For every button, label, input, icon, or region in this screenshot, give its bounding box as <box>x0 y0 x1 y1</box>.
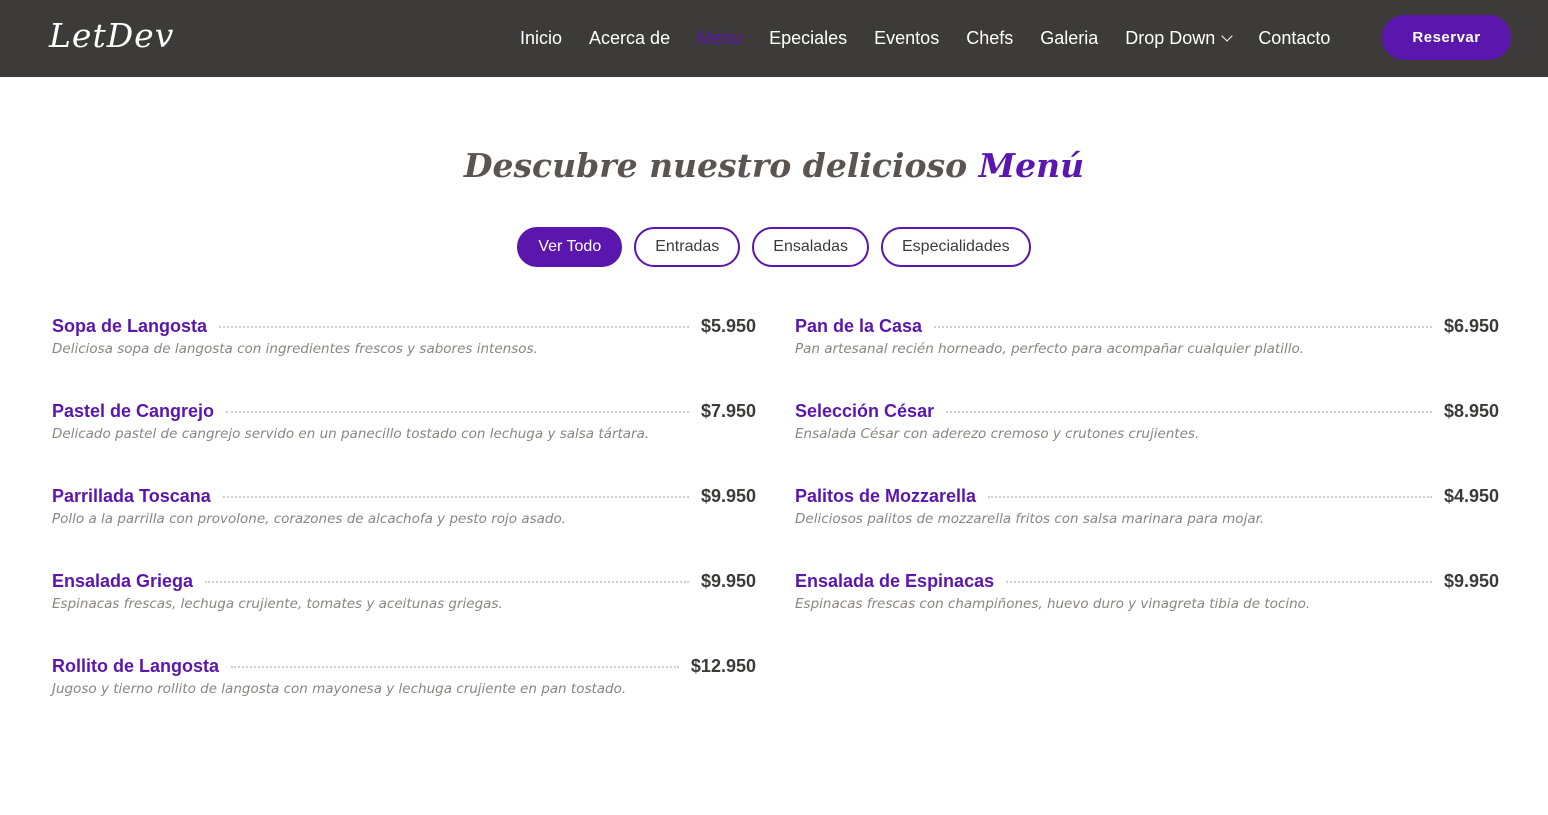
menu-item-description: Pollo a la parrilla con provolone, coraz… <box>52 511 567 527</box>
menu-item-price: $9.950 <box>700 485 756 506</box>
menu-item-price: $5.950 <box>700 315 756 336</box>
menu-item-header: Rollito de Langosta $12.950 <box>52 653 756 679</box>
nav-item-label: Menu <box>697 28 743 48</box>
menu-item-header: Pan de la Casa $6.950 <box>795 313 1499 339</box>
menu-item: Palitos de Mozzarella $4.950 Deliciosos … <box>795 483 1499 568</box>
nav-item-chefs[interactable]: Chefs <box>966 28 1013 49</box>
dotted-leader <box>222 496 689 498</box>
menu-item-price: $4.950 <box>1443 485 1499 506</box>
menu-item-name: Palitos de Mozzarella <box>795 485 977 506</box>
menu-item-price: $7.950 <box>700 400 756 421</box>
page-title-main: Descubre nuestro delicioso <box>463 146 979 185</box>
menu-item-header: Ensalada de Espinacas $9.950 <box>795 568 1499 594</box>
menu-item: Sopa de Langosta $5.950 Deliciosa sopa d… <box>52 313 756 398</box>
menu-item-name: Rollito de Langosta <box>52 655 220 676</box>
menu-item-header: Selección César $8.950 <box>795 398 1499 424</box>
dotted-leader <box>946 411 1432 413</box>
dotted-leader <box>205 581 689 583</box>
menu-item-header: Parrillada Toscana $9.950 <box>52 483 756 509</box>
menu-item: Rollito de Langosta $12.950 Jugoso y tie… <box>52 653 756 738</box>
menu-item: Ensalada Griega $9.950 Espinacas frescas… <box>52 568 756 653</box>
nav-item-label: Eventos <box>874 28 940 48</box>
filter-ensaladas[interactable]: Ensaladas <box>752 227 869 267</box>
menu-item-name: Selección César <box>795 400 935 421</box>
navbar: LetDev Inicio Acerca de Menu Epeciales E… <box>0 0 1548 77</box>
nav-item-label: Inicio <box>520 28 563 48</box>
nav-item-drop-down[interactable]: Drop Down <box>1125 28 1233 49</box>
reservar-button[interactable]: Reservar <box>1382 15 1511 60</box>
nav-item-label: Acerca de <box>589 28 671 48</box>
page-title-accent: Menú <box>978 146 1085 185</box>
nav-item-label: Contacto <box>1258 28 1331 48</box>
nav-item-label: Drop Down <box>1125 28 1216 48</box>
menu-item-name: Ensalada de Espinacas <box>795 570 995 591</box>
nav-item-acerca-de[interactable]: Acerca de <box>589 28 670 49</box>
dotted-leader <box>231 666 679 668</box>
menu-item-description: Deliciosa sopa de langosta con ingredien… <box>52 341 538 357</box>
filter-entradas[interactable]: Entradas <box>634 227 741 267</box>
nav-item-label: Epeciales <box>769 28 848 48</box>
menu-item-price: $9.950 <box>700 570 756 591</box>
nav-item-especiales[interactable]: Epeciales <box>769 28 847 49</box>
dotted-leader <box>934 326 1432 328</box>
site-logo[interactable]: LetDev <box>49 16 174 55</box>
nav-item-inicio[interactable]: Inicio <box>520 28 562 49</box>
menu-item-price: $8.950 <box>1443 400 1499 421</box>
nav-item-eventos[interactable]: Eventos <box>874 28 939 49</box>
menu-item-header: Pastel de Cangrejo $7.950 <box>52 398 756 424</box>
menu-item: Selección César $8.950 Ensalada César co… <box>795 398 1499 483</box>
menu-item-description: Espinacas frescas, lechuga crujiente, to… <box>52 596 503 612</box>
menu-item: Pastel de Cangrejo $7.950 Delicado paste… <box>52 398 756 483</box>
menu-item-description: Jugoso y tierno rollito de langosta con … <box>52 681 627 697</box>
menu-item-price: $9.950 <box>1443 570 1499 591</box>
menu-item-name: Sopa de Langosta <box>52 315 208 336</box>
menu-item-header: Ensalada Griega $9.950 <box>52 568 756 594</box>
menu-column-left: Sopa de Langosta $5.950 Deliciosa sopa d… <box>52 313 756 738</box>
dotted-leader <box>226 411 689 413</box>
menu-item: Ensalada de Espinacas $9.950 Espinacas f… <box>795 568 1499 653</box>
menu-item-header: Palitos de Mozzarella $4.950 <box>795 483 1499 509</box>
menu-item-name: Pastel de Cangrejo <box>52 400 215 421</box>
menu-item: Parrillada Toscana $9.950 Pollo a la par… <box>52 483 756 568</box>
dotted-leader <box>1006 581 1432 583</box>
nav-item-galeria[interactable]: Galeria <box>1040 28 1098 49</box>
menu-item-description: Delicado pastel de cangrejo servido en u… <box>52 426 650 442</box>
menu-item-description: Deliciosos palitos de mozzarella fritos … <box>795 511 1265 527</box>
menu-item-price: $12.950 <box>690 655 756 676</box>
menu-item-price: $6.950 <box>1443 315 1499 336</box>
nav-item-label: Chefs <box>966 28 1014 48</box>
nav-item-menu[interactable]: Menu <box>697 28 742 49</box>
menu-column-right: Pan de la Casa $6.950 Pan artesanal reci… <box>795 313 1499 653</box>
menu-item-header: Sopa de Langosta $5.950 <box>52 313 756 339</box>
dotted-leader <box>219 326 689 328</box>
menu-item-name: Ensalada Griega <box>52 570 194 591</box>
menu-item-description: Ensalada César con aderezo cremoso y cru… <box>795 426 1200 442</box>
filter-especialidades[interactable]: Especialidades <box>881 227 1031 267</box>
page-title: Descubre nuestro delicioso Menú <box>0 146 1548 185</box>
menu-item: Pan de la Casa $6.950 Pan artesanal reci… <box>795 313 1499 398</box>
filter-ver-todo[interactable]: Ver Todo <box>517 227 623 267</box>
menu-item-name: Pan de la Casa <box>795 315 923 336</box>
chevron-down-icon <box>1221 30 1233 42</box>
menu-item-description: Espinacas frescas con champiñones, huevo… <box>795 596 1311 612</box>
dotted-leader <box>988 496 1432 498</box>
menu-filters: Ver Todo Entradas Ensaladas Especialidad… <box>0 227 1548 267</box>
nav-item-contacto[interactable]: Contacto <box>1258 28 1330 49</box>
menu-item-description: Pan artesanal recién horneado, perfecto … <box>795 341 1304 357</box>
nav-item-label: Galeria <box>1040 28 1099 48</box>
menu-item-name: Parrillada Toscana <box>52 485 211 506</box>
main-nav: Inicio Acerca de Menu Epeciales Eventos … <box>520 0 1357 77</box>
